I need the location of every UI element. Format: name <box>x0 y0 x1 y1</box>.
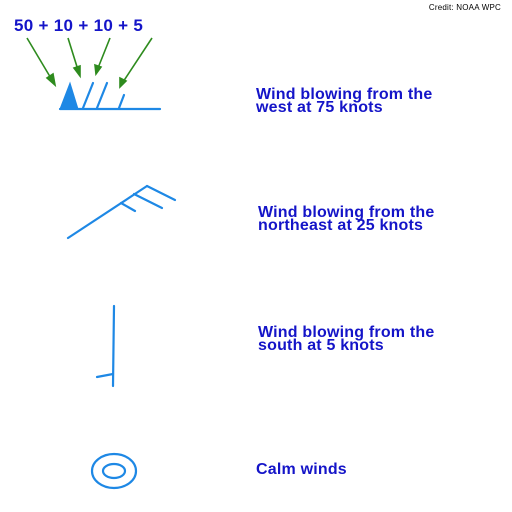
arrow-5 <box>119 37 153 89</box>
description-calm: Calm winds <box>256 461 506 478</box>
description-northeast: Wind blowing from the northeast at 25 kn… <box>258 205 508 234</box>
description-south: Wind blowing from the south at 5 knots <box>258 325 508 354</box>
calm-circle-symbol <box>90 452 138 490</box>
full-barb-10 <box>145 184 177 202</box>
half-barb-5 <box>117 93 126 110</box>
calm-inner-circle <box>101 462 127 480</box>
description-west: Wind blowing from the west at 75 knots <box>256 87 506 116</box>
wind-barb-south-5 <box>95 304 116 388</box>
half-barb-5 <box>95 372 115 379</box>
calm-outer-circle <box>90 452 138 490</box>
formula-arrows <box>26 37 153 89</box>
description-northeast-line2: northeast at 25 knots <box>258 217 424 234</box>
full-barb-10 <box>95 81 109 110</box>
wind-barb-west-75 <box>58 81 162 111</box>
full-barb-10 <box>132 192 164 210</box>
arrow-50 <box>26 37 57 88</box>
station-model-diagram <box>26 37 177 490</box>
half-barb-5 <box>119 201 137 213</box>
description-west-line2: west at 75 knots <box>256 99 383 116</box>
description-calm-line1: Calm winds <box>256 461 347 478</box>
wind-barb-northeast-25 <box>66 184 177 240</box>
description-south-line2: south at 5 knots <box>258 337 384 354</box>
full-barb-10 <box>81 81 95 110</box>
arrow-10-second <box>94 37 111 77</box>
pennant-50 <box>59 81 79 110</box>
arrow-10-first <box>67 37 81 79</box>
